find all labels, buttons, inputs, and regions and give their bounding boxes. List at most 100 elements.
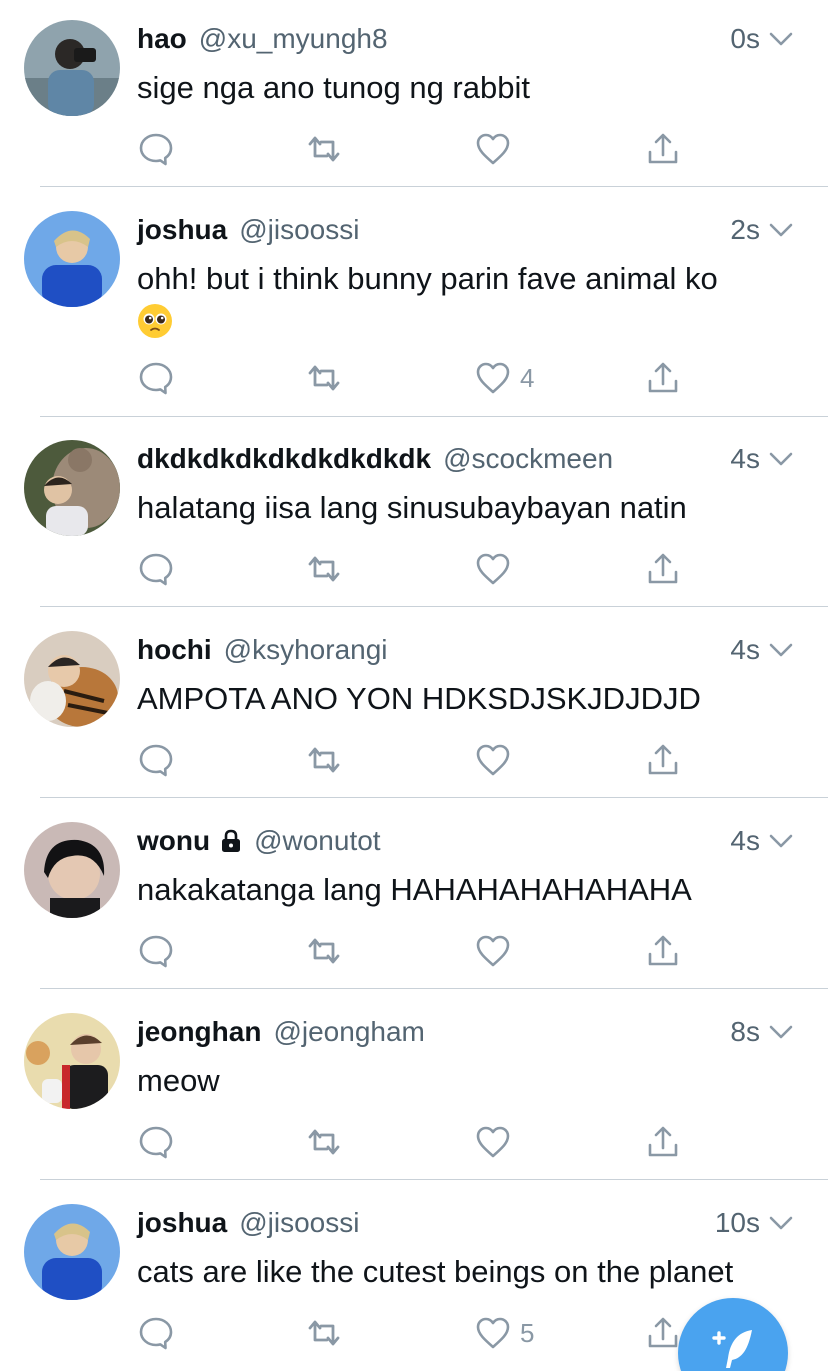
retweet-icon (308, 1129, 340, 1155)
share-icon (648, 935, 678, 966)
divider (40, 797, 828, 798)
heart-icon (476, 133, 510, 165)
chevron-down-icon[interactable] (768, 447, 794, 471)
avatar[interactable] (24, 440, 120, 536)
display-name[interactable]: joshua (137, 1205, 227, 1241)
retweet-button[interactable] (305, 544, 343, 594)
retweet-button[interactable] (305, 735, 343, 785)
reply-button[interactable] (137, 353, 175, 403)
share-icon (648, 744, 678, 775)
tweet[interactable]: dkdkdkdkdkdkdkdkdk @scockmeen 4s halatan… (0, 420, 828, 611)
share-icon (648, 362, 678, 393)
heart-icon (476, 362, 510, 394)
retweet-button[interactable] (305, 926, 343, 976)
like-count: 4 (520, 362, 535, 393)
chevron-down-icon[interactable] (768, 638, 794, 662)
like-button[interactable] (474, 544, 520, 594)
user-handle[interactable]: @xu_myungh8 (199, 21, 388, 57)
reply-icon (139, 553, 173, 586)
user-handle[interactable]: @jeongham (273, 1014, 424, 1050)
heart-icon (476, 744, 510, 776)
share-button[interactable] (644, 353, 682, 403)
display-name[interactable]: joshua (137, 212, 227, 248)
reply-button[interactable] (137, 124, 175, 174)
user-handle[interactable]: @wonutot (254, 823, 381, 859)
tweet-text: meow (137, 1063, 220, 1098)
tweet-actions (0, 124, 828, 174)
retweet-icon (308, 1320, 340, 1346)
tweet-actions (0, 926, 828, 976)
display-name[interactable]: hao (137, 21, 187, 57)
share-button[interactable] (644, 1308, 682, 1358)
share-button[interactable] (644, 124, 682, 174)
user-handle[interactable]: @scockmeen (443, 441, 613, 477)
user-handle[interactable]: @jisoossi (239, 1205, 359, 1241)
tweet[interactable]: joshua @jisoossi 2s ohh! but i think bun… (0, 191, 828, 420)
heart-icon (476, 1317, 510, 1349)
avatar[interactable] (24, 211, 120, 307)
chevron-down-icon[interactable] (768, 218, 794, 242)
tweet-actions (0, 544, 828, 594)
chevron-down-icon[interactable] (768, 1020, 794, 1044)
like-button[interactable] (474, 735, 520, 785)
divider (40, 606, 828, 607)
retweet-icon (308, 938, 340, 964)
avatar[interactable] (24, 1204, 120, 1300)
retweet-button[interactable] (305, 353, 343, 403)
chevron-down-icon[interactable] (768, 27, 794, 51)
timestamp: 4s (730, 825, 760, 856)
user-handle[interactable]: @jisoossi (239, 212, 359, 248)
retweet-icon (308, 365, 340, 391)
tweet[interactable]: jeonghan @jeongham 8s meow (0, 993, 828, 1184)
retweet-icon (308, 747, 340, 773)
retweet-button[interactable] (305, 124, 343, 174)
share-button[interactable] (644, 1117, 682, 1167)
reply-button[interactable] (137, 926, 175, 976)
reply-button[interactable] (137, 544, 175, 594)
retweet-button[interactable] (305, 1117, 343, 1167)
display-name[interactable]: hochi (137, 632, 212, 668)
share-icon (648, 133, 678, 164)
divider (40, 186, 828, 187)
compose-tweet-icon (712, 1330, 752, 1368)
avatar[interactable] (24, 631, 120, 727)
share-button[interactable] (644, 735, 682, 785)
share-button[interactable] (644, 544, 682, 594)
tweet-text: cats are like the cutest beings on the p… (137, 1254, 734, 1289)
divider (40, 988, 828, 989)
chevron-down-icon[interactable] (768, 1211, 794, 1235)
timestamp: 4s (730, 634, 760, 665)
like-button[interactable]: 4 (474, 353, 534, 403)
share-button[interactable] (644, 926, 682, 976)
reply-icon (139, 1317, 173, 1350)
tweet-text: ohh! but i think bunny parin fave animal… (137, 259, 797, 339)
avatar[interactable] (24, 20, 120, 116)
avatar[interactable] (24, 822, 120, 918)
reply-icon (139, 133, 173, 166)
user-handle[interactable]: @ksyhorangi (224, 632, 388, 668)
chevron-down-icon[interactable] (768, 829, 794, 853)
like-button[interactable] (474, 1117, 520, 1167)
divider (40, 416, 828, 417)
avatar[interactable] (24, 1013, 120, 1109)
tweet-text: sige nga ano tunog ng rabbit (137, 70, 530, 105)
display-name[interactable]: dkdkdkdkdkdkdkdkdk (137, 441, 431, 477)
reply-button[interactable] (137, 1308, 175, 1358)
tweet[interactable]: wonu @wonutot 4s nakakatanga lang HAHAHA… (0, 802, 828, 993)
like-button[interactable] (474, 124, 520, 174)
display-name[interactable]: wonu (137, 823, 210, 859)
tweet[interactable]: hao @xu_myungh8 0s sige nga ano tunog ng… (0, 0, 828, 191)
reply-icon (139, 1126, 173, 1159)
like-button[interactable]: 5 (474, 1308, 534, 1358)
share-icon (648, 1317, 678, 1348)
reply-icon (139, 744, 173, 777)
tweet[interactable]: hochi @ksyhorangi 4s AMPOTA ANO YON HDKS… (0, 611, 828, 802)
reply-button[interactable] (137, 1117, 175, 1167)
retweet-button[interactable] (305, 1308, 343, 1358)
pleading-face-emoji-icon (138, 303, 172, 338)
display-name[interactable]: jeonghan (137, 1014, 261, 1050)
timestamp: 4s (730, 443, 760, 474)
like-button[interactable] (474, 926, 520, 976)
heart-icon (476, 935, 510, 967)
reply-button[interactable] (137, 735, 175, 785)
